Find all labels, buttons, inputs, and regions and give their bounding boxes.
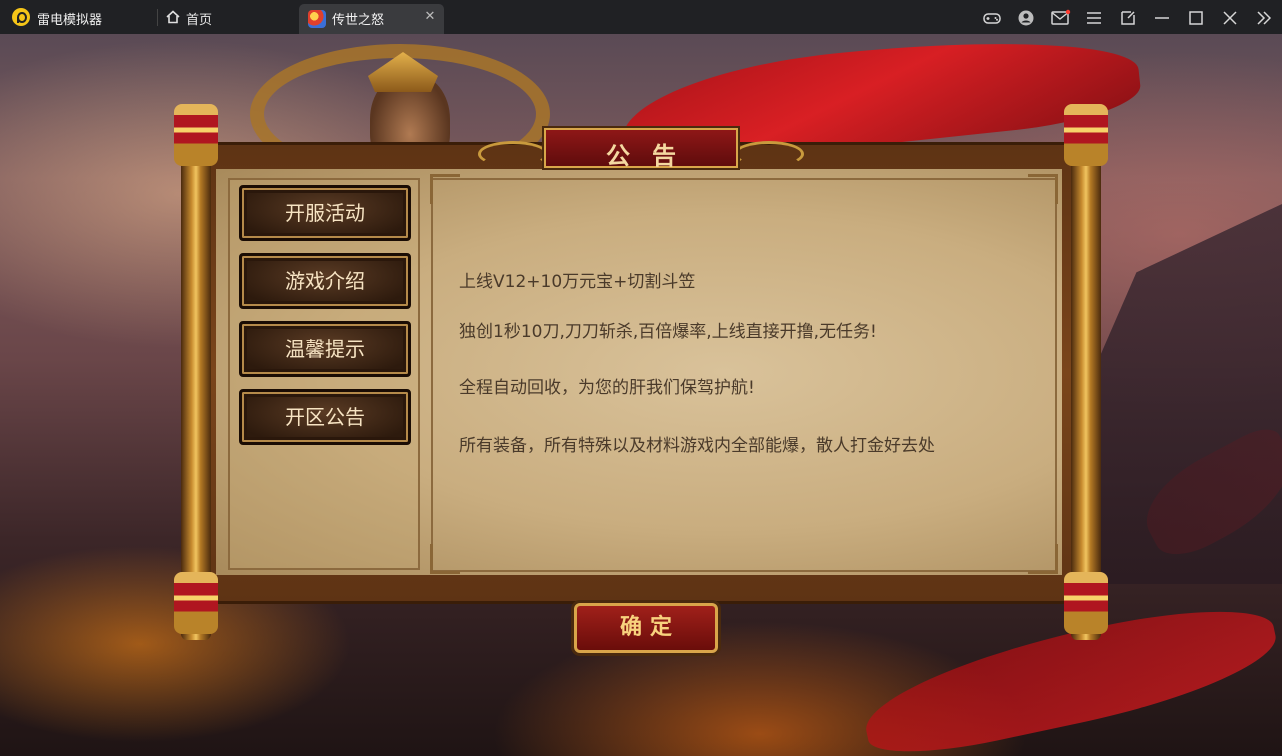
- game-tab[interactable]: 传世之怒 ✕: [299, 4, 444, 34]
- minimize-icon[interactable]: [1151, 7, 1173, 29]
- home-tab[interactable]: 首页: [164, 0, 294, 34]
- notice-line: 独创1秒10刀,刀刀斩杀,百倍爆率,上线直接开撸,无任务!: [459, 322, 877, 342]
- home-icon: [166, 10, 180, 24]
- close-tab-icon[interactable]: ✕: [422, 9, 438, 25]
- emulator-titlebar: 雷电模拟器 首页 传世之怒 ✕: [0, 0, 1282, 34]
- notice-title: 公告: [606, 142, 698, 170]
- notice-line: 全程自动回收，为您的肝我们保驾护航!: [459, 378, 755, 398]
- menu-icon[interactable]: [1083, 7, 1105, 29]
- user-icon[interactable]: [1015, 7, 1037, 29]
- app-name: 雷电模拟器: [37, 13, 103, 28]
- scroll-cap: [1064, 572, 1108, 634]
- menu-button-server-notice[interactable]: 开区公告: [239, 389, 411, 445]
- corner-ornament: [1028, 174, 1058, 204]
- scroll-cap: [174, 104, 218, 166]
- scroll-cap: [174, 572, 218, 634]
- confirm-button[interactable]: 确定: [574, 603, 718, 653]
- title-flourish: [478, 141, 548, 167]
- castle-silhouette: [1100, 204, 1282, 584]
- menu-button-server-events[interactable]: 开服活动: [239, 185, 411, 241]
- home-tab-label: 首页: [186, 13, 213, 28]
- notice-line: 上线V12+10万元宝+切割斗笠: [459, 272, 696, 292]
- close-icon[interactable]: [1219, 7, 1241, 29]
- menu-button-game-intro[interactable]: 游戏介绍: [239, 253, 411, 309]
- corner-ornament: [430, 544, 460, 574]
- menu-button-tips[interactable]: 温馨提示: [239, 321, 411, 377]
- scroll-rod-right: [1071, 142, 1101, 640]
- app-logo-icon: [12, 8, 30, 26]
- game-app-icon: [308, 10, 326, 28]
- game-viewport[interactable]: 公告 开服活动 游戏介绍 温馨提示 开区公告 上线V12+10万元宝+切割斗笠 …: [0, 34, 1282, 756]
- notice-line: 所有装备，所有特殊以及材料游戏内全部能爆，散人打金好去处: [459, 436, 935, 456]
- scroll-rod-left: [181, 142, 211, 640]
- title-flourish: [734, 141, 804, 167]
- scroll-cap: [1064, 104, 1108, 166]
- expand-icon[interactable]: [1253, 7, 1275, 29]
- corner-ornament: [430, 174, 460, 204]
- maximize-icon[interactable]: [1185, 7, 1207, 29]
- titlebar-divider: [157, 9, 158, 26]
- game-tab-label: 传世之怒: [332, 13, 385, 28]
- mail-icon[interactable]: [1049, 7, 1071, 29]
- corner-ornament: [1028, 544, 1058, 574]
- gamepad-icon[interactable]: [981, 7, 1003, 29]
- resize-icon[interactable]: [1117, 7, 1139, 29]
- notice-title-plate: 公告: [544, 128, 738, 170]
